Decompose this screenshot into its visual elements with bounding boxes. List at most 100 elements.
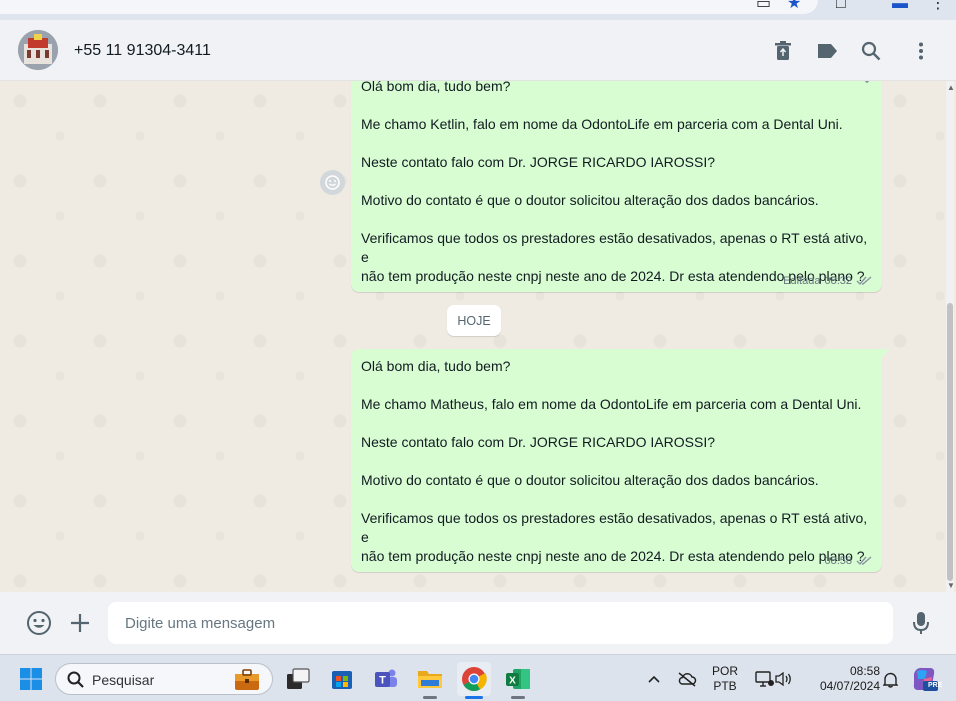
chevron-up-icon (648, 675, 660, 683)
svg-text:T: T (379, 675, 386, 687)
message-line (361, 452, 872, 471)
chrome-button[interactable] (457, 662, 491, 699)
excel-icon: X (506, 669, 530, 689)
message-line: Verificamos que todos os prestadores est… (361, 510, 868, 545)
read-ticks-icon (856, 276, 872, 286)
avatar[interactable] (18, 30, 58, 70)
network-icon (755, 671, 774, 687)
message-options-chevron-icon[interactable] (860, 81, 874, 89)
briefcase-icon (235, 669, 259, 690)
keyboard-layout-code: PTB (713, 679, 737, 693)
voice-message-button[interactable] (907, 609, 935, 637)
message-line: Motivo do contato é que o doutor solicit… (361, 472, 819, 488)
trash-icon (775, 41, 791, 60)
chat-header: +55 11 91304-3411 (0, 20, 956, 81)
message-composer (0, 592, 956, 654)
message-meta: 08:58 (824, 555, 872, 567)
running-indicator (423, 696, 437, 699)
bookmark-star-icon[interactable]: ★ (787, 0, 801, 12)
message-line (361, 172, 872, 191)
chat-messages-area[interactable]: Olá bom dia, tudo bem? Me chamo Ketlin, … (0, 81, 956, 592)
message-line (361, 376, 872, 395)
attach-button[interactable] (66, 609, 94, 637)
cast-icon[interactable]: ▭ (756, 0, 771, 12)
folder-icon (418, 671, 442, 688)
task-view-icon (287, 668, 310, 689)
message-line: Neste contato falo com Dr. JORGE RICARDO… (361, 154, 715, 170)
message-time: 08:58 (824, 555, 852, 567)
contact-name[interactable]: +55 11 91304-3411 (74, 42, 211, 60)
message-time: 08:32 (824, 275, 852, 287)
message-line: Me chamo Ketlin, falo em nome da OdontoL… (361, 116, 843, 132)
file-explorer-button[interactable] (413, 662, 447, 699)
copilot-button[interactable]: PRE (907, 662, 943, 696)
scroll-up-arrow-icon[interactable]: ▲ (947, 83, 955, 92)
language-code: POR (711, 664, 738, 678)
date-divider: HOJE (447, 305, 501, 336)
excel-button[interactable]: X (501, 662, 535, 699)
profile-icon[interactable]: ▬ (892, 0, 908, 12)
chat-scrollbar-thumb[interactable] (947, 303, 953, 581)
message-line: Verificamos que todos os prestadores est… (361, 230, 868, 265)
teams-button[interactable]: T (369, 662, 403, 696)
clock-time: 08:58 (849, 664, 880, 678)
outgoing-message-bubble[interactable]: Olá bom dia, tudo bem? Me chamo Matheus,… (351, 349, 889, 572)
active-indicator (465, 696, 483, 699)
browser-tab-edge (0, 0, 818, 14)
onedrive-button[interactable] (673, 662, 701, 696)
outgoing-message-bubble[interactable]: Olá bom dia, tudo bem? Me chamo Ketlin, … (351, 81, 882, 292)
copilot-badge: PRE (928, 682, 943, 689)
label-icon (818, 44, 837, 58)
search-button[interactable] (858, 38, 884, 64)
windows-taskbar: Pesquisar T X POR PTB 08:58 04/07/2024 P… (0, 654, 956, 701)
emoji-icon (325, 175, 340, 190)
microphone-icon (913, 612, 929, 634)
bell-icon (882, 672, 898, 688)
edited-label: Editada (783, 275, 821, 287)
message-line: Me chamo Matheus, falo em nome da Odonto… (361, 396, 862, 412)
message-line (361, 96, 872, 115)
browser-menu-icon[interactable]: ⋮ (930, 0, 946, 12)
chat-menu-button[interactable] (908, 38, 934, 64)
message-line (361, 414, 872, 433)
clock-date: 04/07/2024 (819, 679, 880, 693)
message-input[interactable] (108, 602, 893, 644)
kebab-menu-icon (919, 42, 923, 60)
taskbar-search-label: Pesquisar (92, 672, 155, 688)
start-button[interactable] (14, 662, 48, 696)
svg-text:X: X (509, 676, 516, 687)
reaction-button[interactable] (320, 170, 345, 195)
browser-toolbar-strip: ▭ ★ □ ▬ ⋮ (0, 0, 956, 20)
network-volume-button[interactable] (750, 662, 798, 696)
label-button[interactable] (814, 38, 840, 64)
teams-icon: T (375, 669, 397, 687)
search-icon (861, 41, 881, 61)
delete-chat-button[interactable] (770, 38, 796, 64)
cloud-offline-icon (678, 672, 697, 687)
notifications-button[interactable] (878, 662, 902, 696)
input-language-indicator[interactable]: POR PTB (708, 664, 742, 694)
message-line: Motivo do contato é que o doutor solicit… (361, 192, 819, 208)
message-line: Neste contato falo com Dr. JORGE RICARDO… (361, 434, 715, 450)
microsoft-store-button[interactable] (325, 662, 359, 696)
search-icon (67, 671, 84, 688)
task-view-button[interactable] (281, 662, 315, 696)
plus-icon (71, 614, 89, 632)
show-hidden-icons-button[interactable] (640, 662, 668, 696)
chrome-icon (462, 667, 487, 692)
message-line: Olá bom dia, tudo bem? (361, 358, 511, 374)
scroll-down-arrow-icon[interactable]: ▼ (947, 581, 955, 590)
emoji-picker-button[interactable] (25, 609, 53, 637)
message-line (361, 134, 872, 153)
volume-icon (775, 671, 791, 687)
window-icon[interactable]: □ (836, 0, 846, 12)
clock[interactable]: 08:58 04/07/2024 (806, 664, 880, 694)
message-line: não tem produção neste cnpj neste ano de… (361, 548, 865, 564)
message-line (361, 490, 872, 509)
bubble-tail (881, 349, 889, 359)
message-meta: Editada 08:32 (783, 275, 872, 287)
store-icon (332, 671, 352, 689)
message-line: Olá bom dia, tudo bem? (361, 81, 511, 94)
taskbar-search-box[interactable]: Pesquisar (55, 663, 273, 695)
message-line (361, 210, 872, 229)
